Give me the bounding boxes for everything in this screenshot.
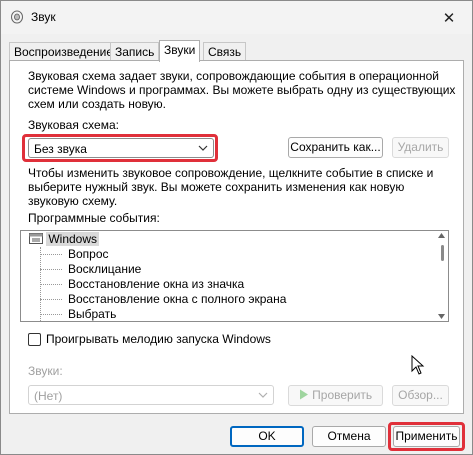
sound-file-select[interactable]: (Нет) bbox=[28, 385, 274, 405]
close-button[interactable]: ✕ bbox=[426, 1, 472, 34]
events-description-line-2: выберите нужный звук. Вы можете сохранит… bbox=[28, 180, 405, 194]
sound-app-icon bbox=[11, 10, 23, 24]
events-label: Программные события: bbox=[28, 211, 160, 225]
cancel-button[interactable]: Отмена bbox=[312, 426, 386, 447]
save-as-button[interactable]: Сохранить как... bbox=[288, 137, 383, 158]
window-title: Звук bbox=[31, 10, 56, 24]
tree-scrollbar[interactable] bbox=[435, 231, 448, 321]
tree-item-restore-from-fullscreen[interactable]: Восстановление окна с полного экрана bbox=[68, 292, 286, 307]
test-sound-button[interactable]: Проверить bbox=[288, 385, 383, 406]
folder-icon bbox=[29, 233, 43, 244]
tree-branch bbox=[40, 284, 62, 285]
tab-sounds[interactable]: Звуки bbox=[159, 40, 201, 62]
tab-communications[interactable]: Связь bbox=[203, 42, 247, 61]
tab-recording[interactable]: Запись bbox=[110, 42, 160, 61]
mouse-cursor-icon bbox=[411, 355, 425, 375]
scheme-description-line-3: схем или создать новую. bbox=[28, 97, 167, 111]
title-bar: Звук ✕ bbox=[1, 1, 472, 34]
startup-sound-checkbox[interactable] bbox=[28, 333, 41, 346]
scheme-description-line-2: системе Windows и программах. Вы можете … bbox=[28, 83, 456, 97]
scroll-thumb[interactable] bbox=[441, 245, 444, 261]
play-icon bbox=[299, 389, 308, 400]
delete-button[interactable]: Удалить bbox=[392, 137, 449, 158]
tree-branch bbox=[40, 269, 62, 270]
chevron-down-icon bbox=[198, 145, 208, 151]
scheme-select[interactable]: Без звука bbox=[28, 138, 214, 158]
startup-sound-label[interactable]: Проигрывать мелодию запуска Windows bbox=[46, 333, 271, 346]
chevron-down-icon bbox=[258, 392, 268, 398]
scroll-up-icon[interactable] bbox=[438, 233, 445, 238]
scheme-description-line-1: Звуковая схема задает звуки, сопровождаю… bbox=[28, 69, 439, 83]
events-description-line-1: Чтобы изменить звуковое сопровождение, щ… bbox=[28, 166, 434, 180]
close-icon: ✕ bbox=[442, 9, 456, 27]
sound-file-value: (Нет) bbox=[34, 389, 63, 403]
tree-branch bbox=[40, 254, 62, 255]
tree-item-question[interactable]: Вопрос bbox=[68, 247, 109, 262]
scheme-label: Звуковая схема: bbox=[28, 118, 119, 132]
sounds-label: Звуки: bbox=[28, 364, 63, 378]
sound-dialog: Звук ✕ Воспроизведение Запись Звуки Связ… bbox=[0, 0, 473, 455]
events-tree[interactable]: Windows Вопрос Восклицание Восстановлени… bbox=[20, 230, 449, 322]
tree-item-restore-from-icon[interactable]: Восстановление окна из значка bbox=[68, 277, 244, 292]
events-description-line-3: звуковую схему. bbox=[28, 194, 118, 208]
tree-root-windows[interactable]: Windows bbox=[29, 232, 100, 247]
scheme-select-value: Без звука bbox=[34, 142, 87, 156]
tree-branch bbox=[40, 299, 62, 300]
ok-button[interactable]: OK bbox=[230, 426, 304, 447]
scroll-down-icon[interactable] bbox=[438, 314, 445, 319]
tree-root-label: Windows bbox=[46, 232, 100, 246]
tab-playback[interactable]: Воспроизведение bbox=[9, 42, 119, 61]
browse-button[interactable]: Обзор... bbox=[392, 385, 449, 406]
tree-item-exclamation[interactable]: Восклицание bbox=[68, 262, 141, 277]
apply-button[interactable]: Применить bbox=[393, 426, 460, 447]
tree-branch bbox=[40, 314, 62, 315]
test-sound-label: Проверить bbox=[312, 388, 373, 402]
tree-item-select[interactable]: Выбрать bbox=[68, 307, 116, 321]
